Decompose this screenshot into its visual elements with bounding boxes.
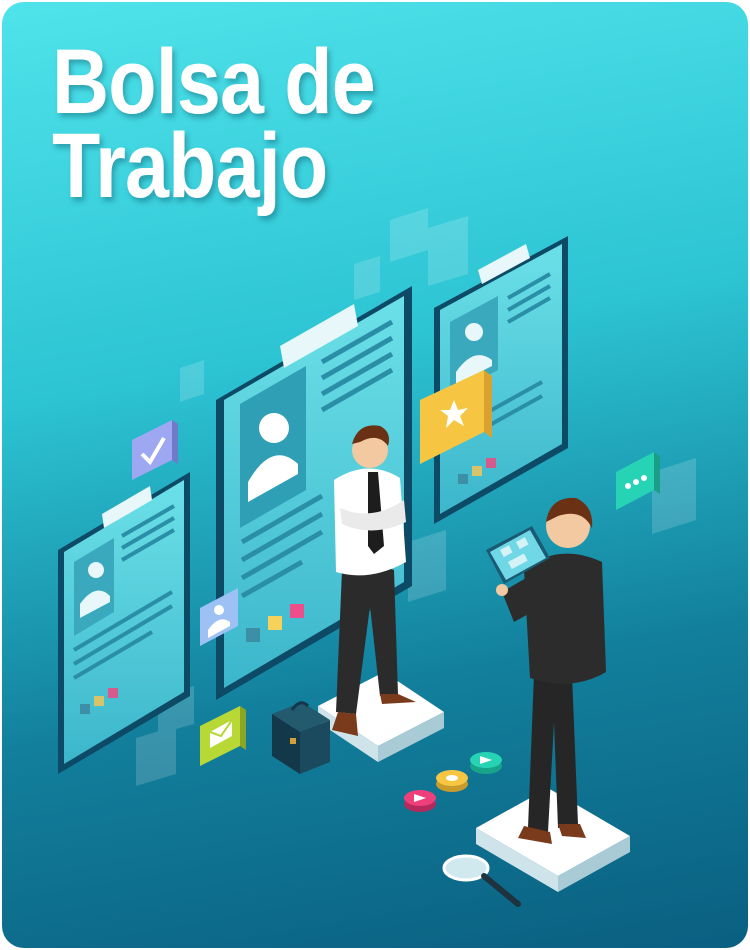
- person-with-tablet: [486, 497, 606, 844]
- checkmark-icon: [132, 420, 178, 480]
- job-board-banner: Bolsa de Trabajo: [2, 2, 748, 948]
- mail-icon: [200, 706, 246, 766]
- token-yellow: [436, 770, 468, 792]
- token-green: [470, 752, 502, 774]
- token-pink: [404, 790, 436, 812]
- illustration: [58, 208, 696, 907]
- resume-board-right: [434, 236, 568, 524]
- platform-right: [476, 788, 630, 892]
- magnifying-glass-icon: [442, 854, 521, 907]
